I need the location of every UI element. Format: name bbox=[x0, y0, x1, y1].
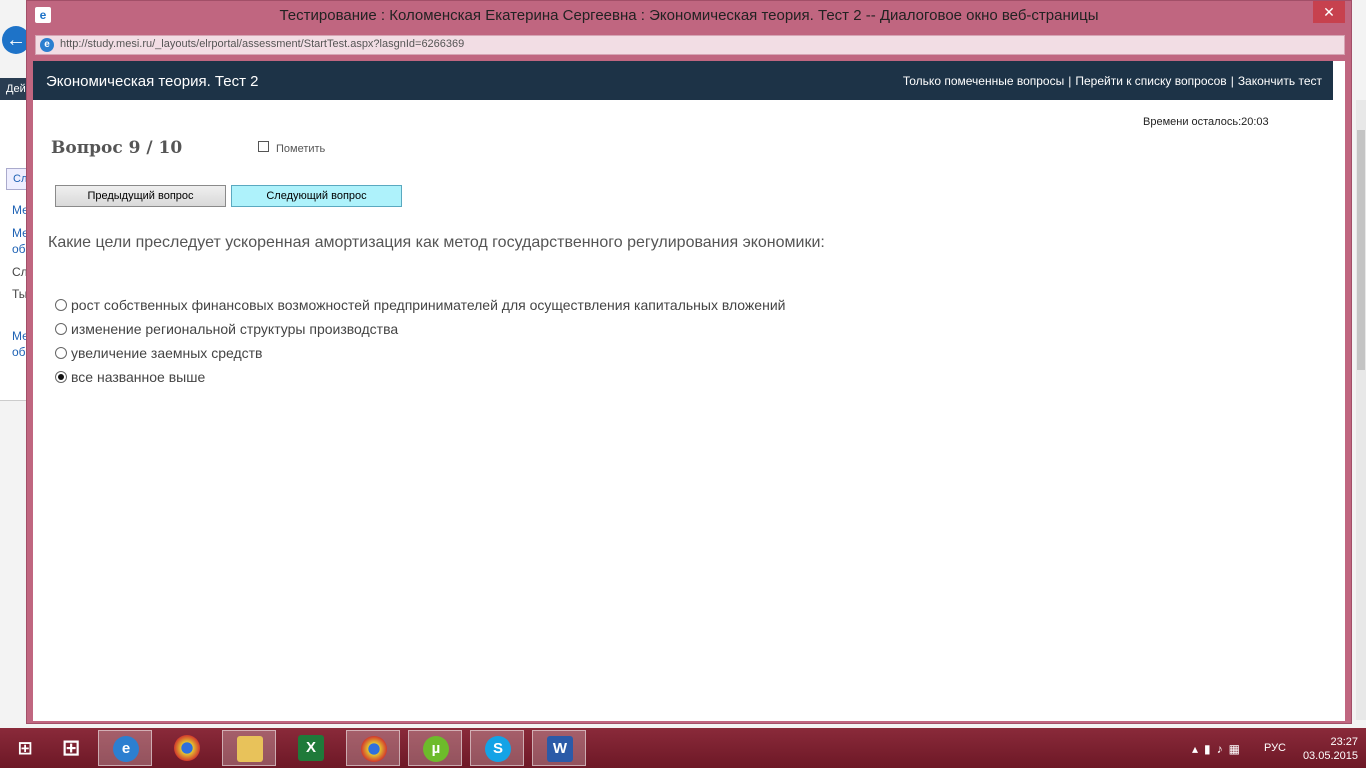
test-header-bar: Экономическая теория. Тест 2 Только поме… bbox=[33, 61, 1333, 100]
input-language[interactable]: РУС bbox=[1264, 742, 1286, 754]
taskbar-explorer[interactable] bbox=[222, 730, 276, 766]
start-icon: ⊞ bbox=[17, 738, 33, 758]
close-button[interactable]: ✕ bbox=[1313, 1, 1345, 23]
taskbar-word[interactable]: W bbox=[532, 730, 586, 766]
question-text: Какие цели преследует ускоренная амортиз… bbox=[48, 234, 825, 251]
marked-questions-link[interactable]: Только помеченные вопросы bbox=[903, 74, 1064, 88]
finish-test-link[interactable]: Закончить тест bbox=[1238, 74, 1322, 88]
speaker-icon[interactable]: ♪ bbox=[1217, 742, 1229, 756]
link-separator: | bbox=[1068, 74, 1072, 88]
mark-question-checkbox[interactable] bbox=[258, 141, 269, 152]
internet-explorer-icon: e bbox=[113, 736, 139, 762]
chrome-icon bbox=[361, 736, 387, 762]
taskbar-chrome-2[interactable] bbox=[346, 730, 400, 766]
clock-date: 03.05.2015 bbox=[1302, 750, 1358, 762]
background-link[interactable]: об bbox=[12, 242, 26, 256]
taskbar-windows[interactable]: ⊞ bbox=[44, 730, 98, 766]
answer-label[interactable]: увеличение заемных средств bbox=[71, 345, 262, 361]
answer-radio[interactable] bbox=[55, 323, 67, 335]
chevron-up-icon[interactable]: ▴ bbox=[1192, 742, 1204, 756]
system-tray: ▴▮♪▦ РУС 23:27 03.05.2015 bbox=[1118, 728, 1358, 768]
background-link[interactable]: об bbox=[12, 345, 26, 359]
header-links: Только помеченные вопросы | Перейти к спис… bbox=[903, 74, 1322, 88]
dialog-title: Тестирование : Коломенская Екатерина Сер… bbox=[279, 7, 1099, 24]
mark-question-label[interactable]: Пометить bbox=[276, 143, 325, 155]
dialog-titlebar[interactable]: e Тестирование : Коломенская Екатерина С… bbox=[27, 1, 1351, 33]
address-bar: e http://study.mesi.ru/_layouts/elrporta… bbox=[35, 35, 1345, 55]
address-url: http://study.mesi.ru/_layouts/elrportal/… bbox=[60, 38, 465, 50]
clock-time: 23:27 bbox=[1330, 736, 1358, 748]
next-question-button[interactable]: Следующий вопрос bbox=[231, 185, 402, 207]
question-number: Вопрос 9 / 10 bbox=[51, 138, 183, 158]
taskbar-ie[interactable]: e bbox=[98, 730, 152, 766]
dialog-content: Экономическая теория. Тест 2 Только поме… bbox=[33, 61, 1345, 721]
previous-question-button[interactable]: Предыдущий вопрос bbox=[55, 185, 226, 207]
chrome-icon bbox=[174, 735, 200, 761]
internet-explorer-icon: e bbox=[40, 38, 54, 52]
taskbar-skype[interactable]: S bbox=[470, 730, 524, 766]
taskbar-chrome[interactable] bbox=[160, 730, 214, 766]
time-remaining: Времени осталось:20:03 bbox=[1143, 116, 1269, 128]
utorrent-icon: µ bbox=[423, 736, 449, 762]
answer-label[interactable]: изменение региональной структуры произво… bbox=[71, 321, 398, 337]
web-dialog-window: e Тестирование : Коломенская Екатерина С… bbox=[26, 0, 1352, 724]
answer-radio[interactable] bbox=[55, 299, 67, 311]
taskbar-excel[interactable]: X bbox=[284, 730, 338, 766]
battery-icon[interactable]: ▮ bbox=[1204, 742, 1217, 756]
question-list-link[interactable]: Перейти к списку вопросов bbox=[1075, 74, 1226, 88]
signal-icon[interactable]: ▦ bbox=[1229, 742, 1246, 756]
taskbar: ⊞ ⊞ e X µ S W ▴▮♪▦ РУС 23:27 03.05.2015 bbox=[0, 728, 1366, 768]
windows-icon: ⊞ bbox=[61, 735, 81, 760]
word-icon: W bbox=[547, 736, 573, 762]
tray-clock[interactable]: 23:27 03.05.2015 bbox=[1294, 735, 1358, 763]
answer-label[interactable]: все названное выше bbox=[71, 369, 205, 385]
skype-icon: S bbox=[485, 736, 511, 762]
taskbar-utorrent[interactable]: µ bbox=[408, 730, 462, 766]
answer-radio[interactable] bbox=[55, 371, 67, 383]
answer-label[interactable]: рост собственных финансовых возможностей… bbox=[71, 297, 785, 313]
background-scroll-thumb[interactable] bbox=[1357, 130, 1365, 370]
tray-icons[interactable]: ▴▮♪▦ bbox=[1192, 742, 1246, 756]
excel-icon: X bbox=[298, 735, 324, 761]
file-explorer-icon bbox=[237, 736, 263, 762]
link-separator: | bbox=[1230, 74, 1234, 88]
answer-radio[interactable] bbox=[55, 347, 67, 359]
test-title: Экономическая теория. Тест 2 bbox=[46, 73, 259, 90]
